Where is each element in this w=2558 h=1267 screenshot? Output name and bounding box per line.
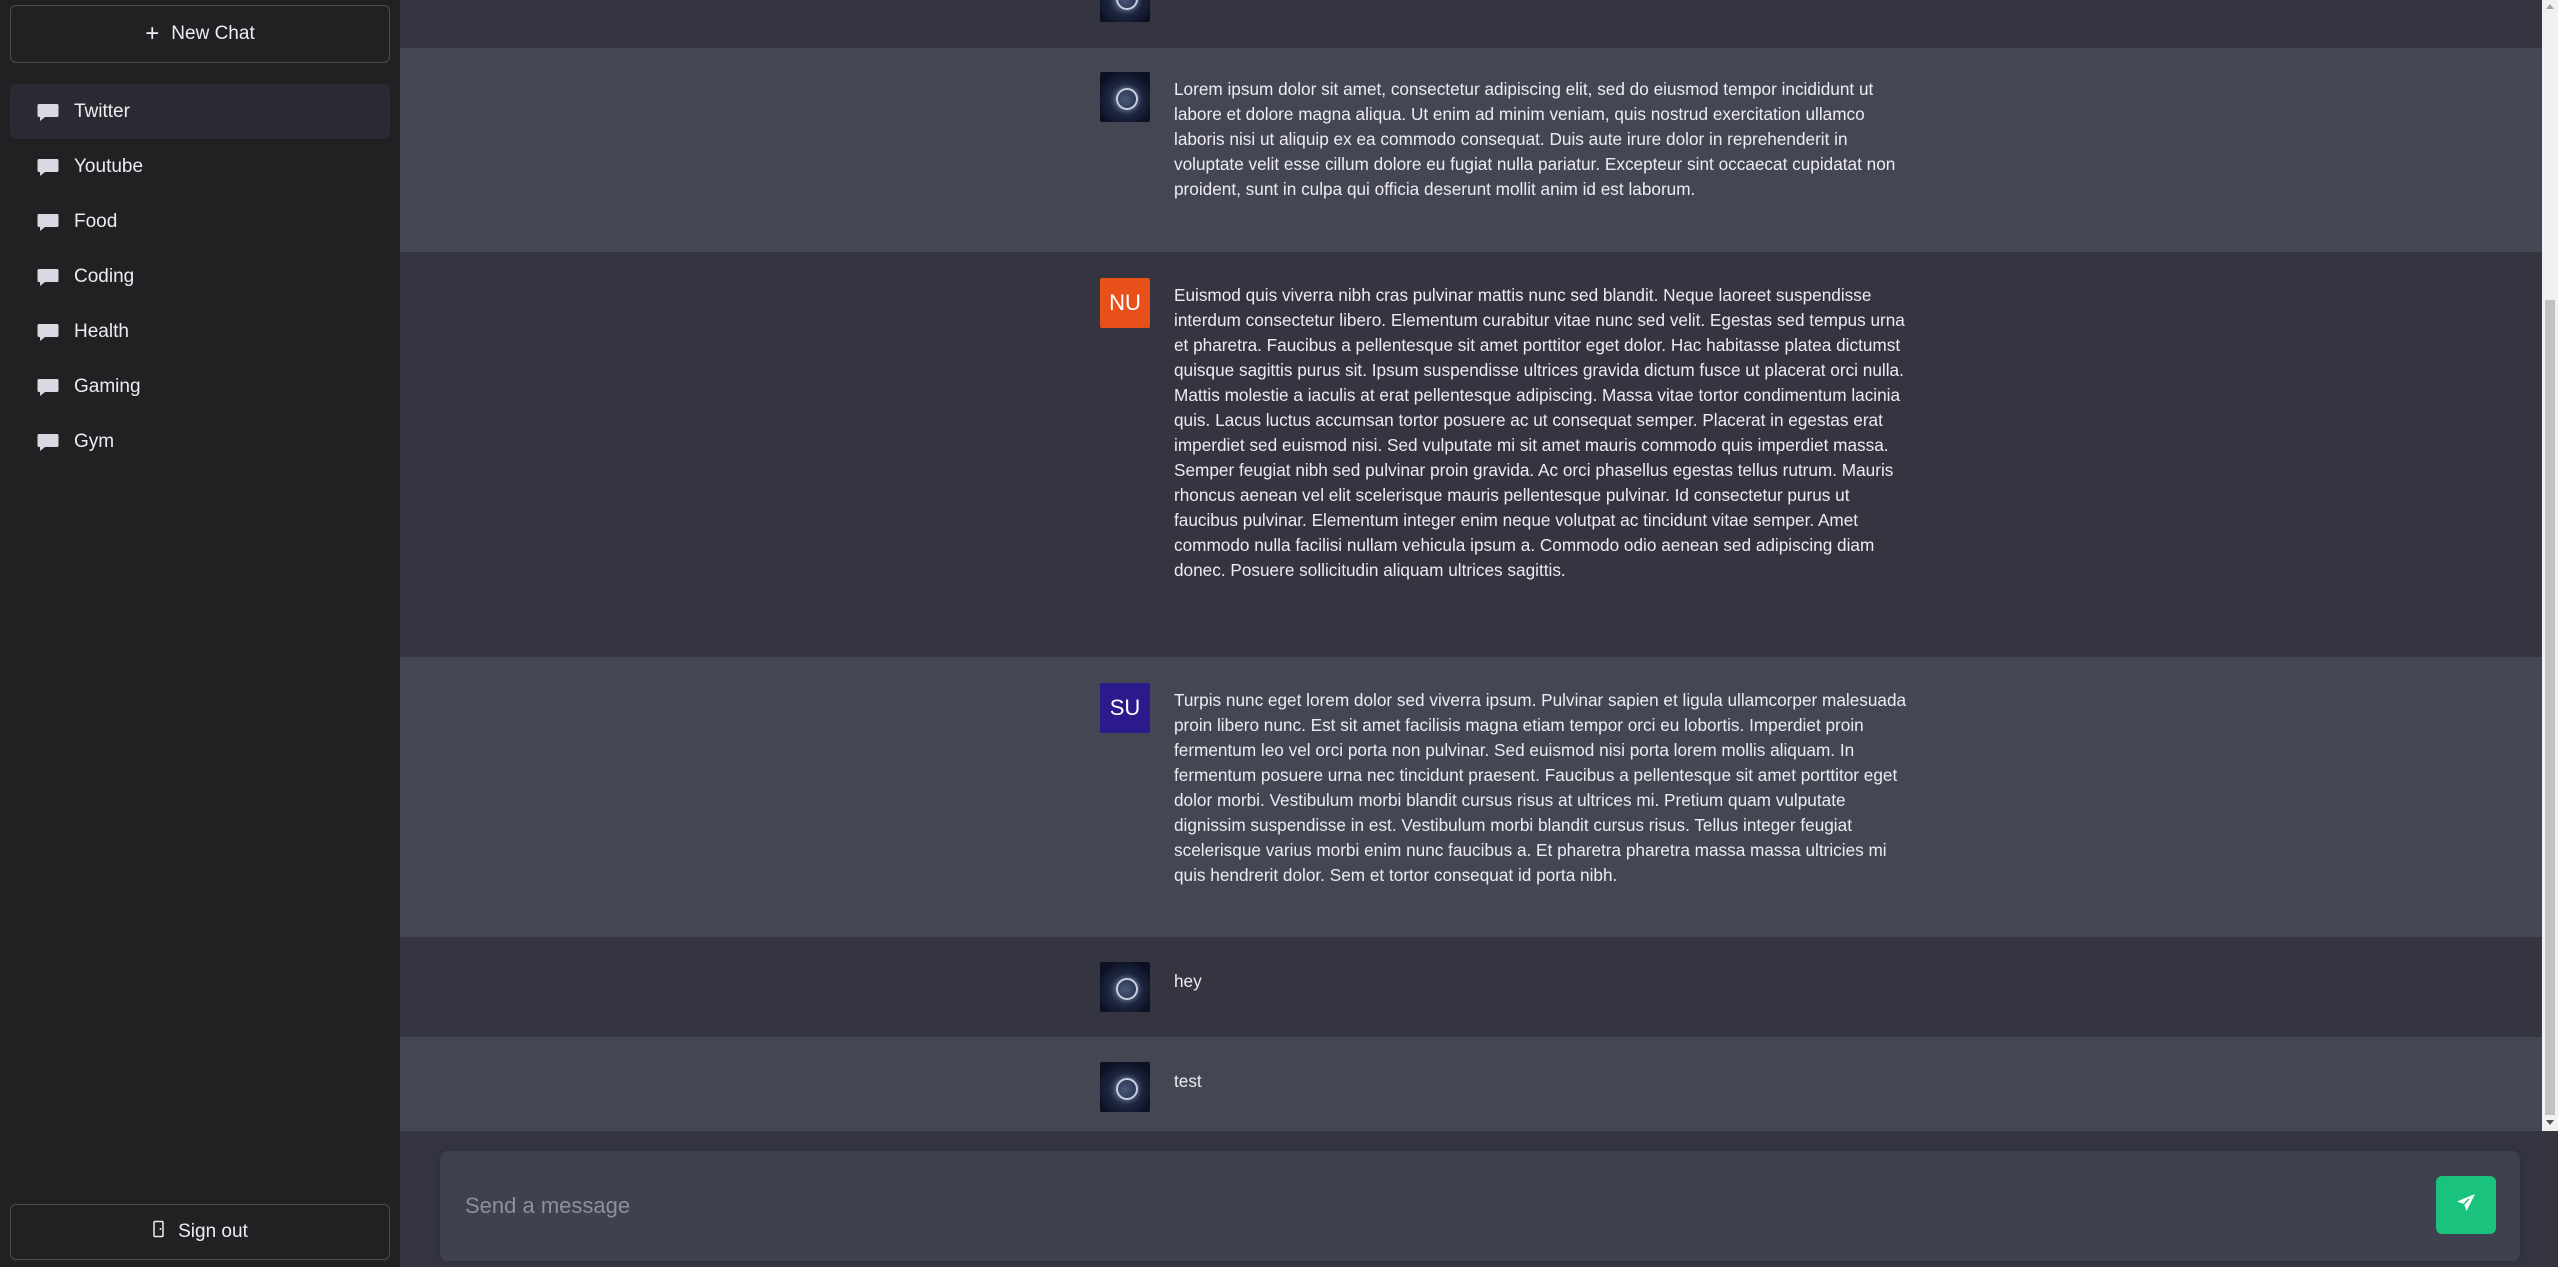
sidebar-item-food[interactable]: Food	[10, 194, 390, 249]
sidebar-item-gym[interactable]: Gym	[10, 414, 390, 469]
sidebar-item-twitter[interactable]: Twitter	[10, 84, 390, 139]
chat-bubble-icon	[36, 212, 60, 232]
message-row: SU Turpis nunc eget lorem dolor sed vive…	[400, 657, 2542, 937]
sidebar-item-label: Food	[74, 210, 118, 232]
message-composer: Send a message	[440, 1151, 2520, 1261]
message-text: test	[1174, 1071, 1202, 1091]
chat-bubble-icon	[36, 377, 60, 397]
sign-out-button[interactable]: Sign out	[10, 1204, 390, 1260]
sidebar-item-label: Health	[74, 320, 129, 342]
message-row: NU Euismod quis viverra nibh cras pulvin…	[400, 252, 2542, 657]
scroll-up-arrow-icon[interactable]	[2546, 4, 2554, 9]
user-avatar	[1100, 72, 1150, 122]
message-row: Lorem ipsum dolor sit amet, consectetur …	[400, 48, 2542, 252]
composer-area: Send a message	[400, 1131, 2558, 1267]
message-row: test	[400, 1037, 2542, 1131]
message-text: hey	[1174, 971, 1202, 991]
message-text: Euismod quis viverra nibh cras pulvinar …	[1174, 285, 1905, 580]
plus-icon: +	[145, 20, 160, 47]
sidebar-item-coding[interactable]: Coding	[10, 249, 390, 304]
chat-list: Twitter Youtube Food Coding Health Gamin…	[10, 84, 390, 469]
new-chat-button[interactable]: + New Chat	[10, 5, 390, 63]
chat-bubble-icon	[36, 157, 60, 177]
su-avatar: SU	[1100, 683, 1150, 733]
message-input[interactable]: Send a message	[465, 1151, 2365, 1261]
send-button[interactable]	[2436, 1176, 2496, 1234]
sidebar-item-youtube[interactable]: Youtube	[10, 139, 390, 194]
nu-avatar: NU	[1100, 278, 1150, 328]
chat-bubble-icon	[36, 267, 60, 287]
message-row: hey	[400, 937, 2542, 1037]
sidebar: + New Chat Twitter Youtube Food Coding H…	[0, 0, 400, 1267]
scroll-thumb[interactable]	[2545, 300, 2555, 1115]
message-row	[400, 0, 2542, 48]
sidebar-item-gaming[interactable]: Gaming	[10, 359, 390, 414]
sidebar-item-label: Gym	[74, 430, 115, 452]
message-text: Turpis nunc eget lorem dolor sed viverra…	[1174, 690, 1907, 885]
sidebar-item-label: Gaming	[74, 375, 141, 397]
scroll-down-arrow-icon[interactable]	[2546, 1120, 2554, 1125]
message-text: Lorem ipsum dolor sit amet, consectetur …	[1174, 79, 1896, 199]
new-chat-label: New Chat	[171, 23, 255, 44]
sidebar-item-label: Coding	[74, 265, 135, 287]
chat-scrollbar[interactable]	[2542, 0, 2558, 1131]
sidebar-item-label: Youtube	[74, 155, 144, 177]
user-avatar	[1100, 1062, 1150, 1112]
chat-bubble-icon	[36, 322, 60, 342]
user-avatar	[1100, 962, 1150, 1012]
sign-out-label: Sign out	[178, 1221, 248, 1242]
sign-out-icon	[152, 1220, 168, 1244]
chat-bubble-icon	[36, 102, 60, 122]
chat-messages[interactable]: Lorem ipsum dolor sit amet, consectetur …	[400, 0, 2542, 1131]
sidebar-item-health[interactable]: Health	[10, 304, 390, 359]
chat-bubble-icon	[36, 432, 60, 452]
sidebar-item-label: Twitter	[74, 100, 130, 122]
send-icon	[2454, 1191, 2478, 1220]
user-avatar	[1100, 0, 1150, 22]
